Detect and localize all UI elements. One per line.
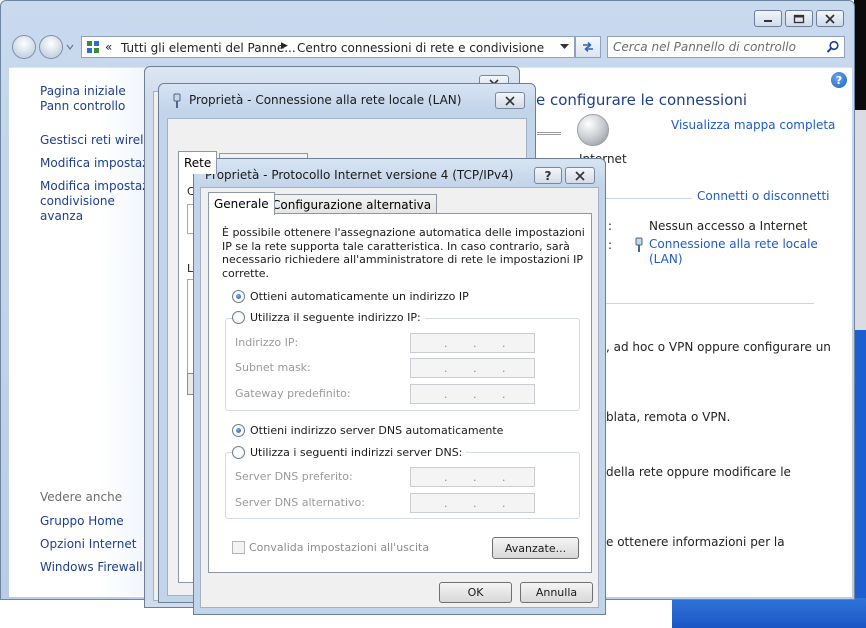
search-icon[interactable] xyxy=(826,40,840,54)
network-adapter-icon xyxy=(173,93,181,108)
validate-option[interactable]: Convalida impostazioni all'uscita xyxy=(232,541,429,554)
ok-button[interactable]: OK xyxy=(439,582,512,603)
address-bar[interactable]: « Tutti gli elementi del Panne... ▶ Cent… xyxy=(81,36,575,58)
page-title: e configurare le connessioni xyxy=(536,91,748,109)
search-box xyxy=(607,36,845,58)
background-window-edge xyxy=(854,110,866,330)
network-map-connector xyxy=(537,132,561,135)
dns-manual-option[interactable]: Utilizza i seguenti indirizzi server DNS… xyxy=(232,446,467,459)
task-connect-network[interactable]: blata, remota o VPN. xyxy=(606,410,730,424)
maximize-button[interactable] xyxy=(785,10,813,27)
default-gateway-label: Gateway predefinito: xyxy=(235,387,351,400)
ipv4-close-button[interactable] xyxy=(565,167,595,184)
lan-connection-link[interactable]: Connessione alla rete locale (LAN) xyxy=(649,237,819,267)
control-panel-icon xyxy=(87,41,99,53)
tasks-divider xyxy=(606,303,814,304)
ip-auto-label: Ottieni automaticamente un indirizzo IP xyxy=(250,290,469,303)
dns-manual-label: Utilizza i seguenti indirizzi server DNS… xyxy=(250,446,463,459)
ip-address-input[interactable]: ... xyxy=(410,333,535,353)
dns-auto-radio[interactable] xyxy=(232,424,245,437)
alternate-dns-label: Server DNS alternativo: xyxy=(235,496,365,509)
preferred-dns-input[interactable]: ... xyxy=(410,467,535,487)
close-icon xyxy=(575,170,585,181)
preferred-dns-label: Server DNS preferito: xyxy=(235,470,353,483)
maximize-icon xyxy=(793,14,805,23)
cancel-button[interactable]: Annulla xyxy=(520,582,593,603)
subnet-mask-input[interactable]: ... xyxy=(410,358,535,378)
dns-auto-option[interactable]: Ottieni indirizzo server DNS automaticam… xyxy=(232,424,503,437)
ip-manual-label: Utilizza il seguente indirizzo IP: xyxy=(250,311,421,324)
refresh-icon xyxy=(583,41,593,53)
ip-manual-radio[interactable] xyxy=(232,311,245,324)
task-setup-connection[interactable]: , ad hoc o VPN oppure configurare un xyxy=(606,340,831,354)
connect-disconnect-link[interactable]: Connetti o disconnetti xyxy=(697,189,830,203)
control-panel-home-link[interactable]: Pagina iniziale Pann controllo xyxy=(40,84,152,114)
dialog-title: Proprietà - Connessione alla rete locale… xyxy=(189,93,462,107)
chevron-down-icon xyxy=(559,44,569,49)
task-homegroup-sharing[interactable]: della rete oppure modificare le xyxy=(606,465,791,479)
access-type-label: : xyxy=(608,219,613,233)
close-window-button[interactable] xyxy=(816,10,844,27)
tab-generale[interactable]: Generale xyxy=(208,192,275,215)
task-troubleshoot[interactable]: e ottenere informazioni per la xyxy=(606,535,785,549)
help-icon[interactable]: ? xyxy=(831,72,847,88)
access-type-value: Nessun accesso a Internet xyxy=(649,219,808,233)
homegroup-link[interactable]: Gruppo Home xyxy=(40,514,124,529)
validate-checkbox[interactable] xyxy=(232,541,245,554)
network-adapter-icon xyxy=(635,237,643,252)
connections-label: : xyxy=(608,238,613,252)
subnet-mask-label: Subnet mask: xyxy=(235,361,311,374)
general-tab-panel: È possibile ottenere l'assegnazione auto… xyxy=(208,213,592,573)
recent-pages-chevron-icon[interactable] xyxy=(66,43,74,51)
desktop-edge xyxy=(854,0,866,628)
ip-auto-radio[interactable] xyxy=(232,290,245,303)
overflow-chevron-icon[interactable]: « xyxy=(105,40,112,54)
ipv4-properties-dialog: Proprietà - Protocollo Internet versione… xyxy=(193,158,606,615)
window-caption-buttons xyxy=(754,10,844,27)
change-adapter-settings-link[interactable]: Modifica impostazio xyxy=(40,156,159,171)
desktop-wallpaper-bottom xyxy=(672,598,866,628)
advanced-button[interactable]: Avanzate... xyxy=(492,537,579,559)
alternate-dns-input[interactable]: ... xyxy=(410,493,535,513)
internet-options-link[interactable]: Opzioni Internet xyxy=(40,537,136,552)
refresh-button[interactable] xyxy=(575,36,601,58)
ip-address-label: Indirizzo IP: xyxy=(235,336,299,349)
dns-auto-label: Ottieni indirizzo server DNS automaticam… xyxy=(250,424,504,437)
lan-close-button[interactable] xyxy=(495,92,525,109)
ip-auto-option[interactable]: Ottieni automaticamente un indirizzo IP xyxy=(232,290,469,303)
see-also-heading: Vedere anche xyxy=(40,490,123,504)
back-button[interactable] xyxy=(12,35,36,59)
windows-firewall-link[interactable]: Windows Firewall xyxy=(40,560,143,575)
ip-description: È possibile ottenere l'assegnazione auto… xyxy=(222,226,585,280)
minimize-button[interactable] xyxy=(754,10,782,27)
advanced-sharing-settings-link[interactable]: Modifica impostazio condivisione avanza xyxy=(40,179,160,224)
ip-manual-option[interactable]: Utilizza il seguente indirizzo IP: xyxy=(232,311,425,324)
ipv4-properties-body: Generale Configurazione alternativa È po… xyxy=(200,187,599,608)
dialog-help-button[interactable]: ? xyxy=(534,167,562,184)
close-icon xyxy=(825,13,835,24)
desktop-wallpaper xyxy=(854,330,866,628)
tab-configurazione-alternativa[interactable]: Configurazione alternativa xyxy=(266,194,438,215)
minimize-icon xyxy=(764,19,772,22)
breadcrumb-network-center[interactable]: Centro connessioni di rete e condivision… xyxy=(297,41,544,55)
forward-button[interactable] xyxy=(39,35,63,59)
search-input[interactable] xyxy=(613,39,818,55)
breadcrumb-separator-icon[interactable]: ▶ xyxy=(281,41,288,51)
address-dropdown-button[interactable] xyxy=(556,38,572,56)
default-gateway-input[interactable]: ... xyxy=(410,384,535,404)
tab-rete[interactable]: Rete xyxy=(178,151,218,174)
validate-label: Convalida impostazioni all'uscita xyxy=(249,541,430,554)
internet-globe-icon xyxy=(577,114,609,146)
breadcrumb-control-panel[interactable]: Tutti gli elementi del Panne... xyxy=(121,41,296,55)
view-full-map-link[interactable]: Visualizza mappa completa xyxy=(671,118,835,132)
close-icon xyxy=(505,95,515,106)
task-pane: Pagina iniziale Pann controllo Gestisci … xyxy=(9,68,163,596)
navigation-bar: « Tutti gli elementi del Panne... ▶ Cent… xyxy=(9,34,849,60)
section-divider xyxy=(606,198,692,199)
dns-manual-radio[interactable] xyxy=(232,446,245,459)
dialog-title: Proprietà - Protocollo Internet versione… xyxy=(205,168,514,182)
